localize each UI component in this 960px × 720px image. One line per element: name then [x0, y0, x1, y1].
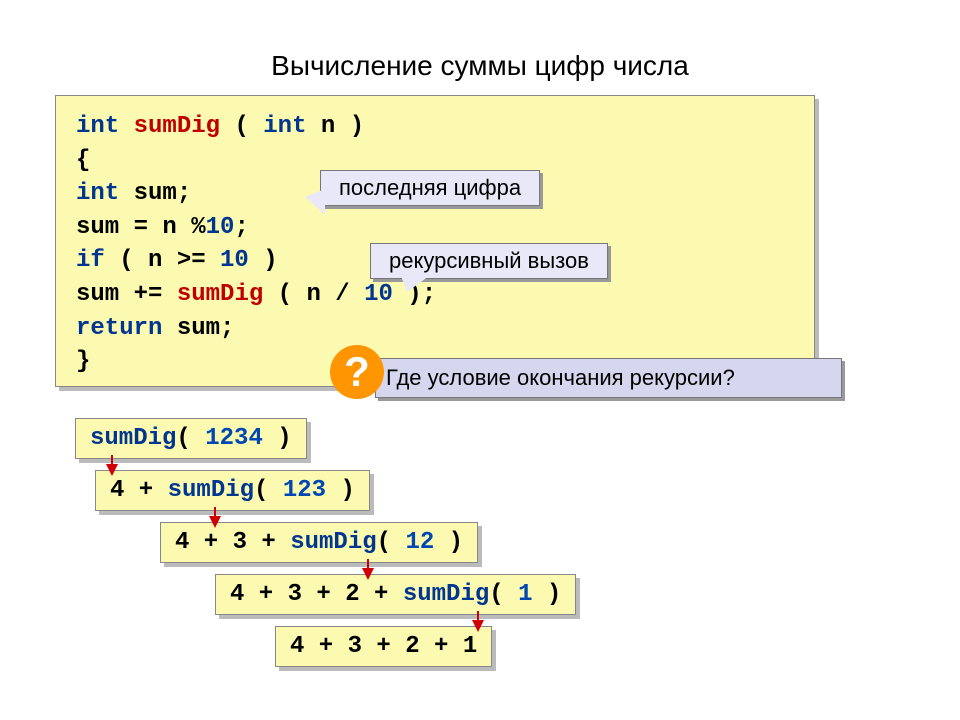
kw-int3: int	[76, 180, 119, 207]
txt: 4 + 3 + 2 +	[230, 581, 403, 608]
fn-sumdig2: sumDig	[177, 281, 263, 308]
txt: (	[176, 425, 205, 452]
code-text: sum = n %	[76, 214, 206, 241]
question-bar: Где условие окончания рекурсии?	[375, 358, 842, 398]
num-10c: 10	[364, 281, 393, 308]
brace-open: {	[76, 147, 90, 174]
num: 123	[283, 477, 326, 504]
txt: )	[434, 529, 463, 556]
txt: (	[254, 477, 283, 504]
callout-recursive-call: рекурсивный вызов	[370, 243, 608, 279]
fn: sumDig	[90, 425, 176, 452]
fn: sumDig	[403, 581, 489, 608]
kw-int: int	[76, 113, 119, 140]
code-text: )	[249, 247, 278, 274]
question-mark-icon: ?	[330, 345, 384, 399]
txt: 4 +	[110, 477, 168, 504]
slide-title: Вычисление суммы цифр числа	[0, 0, 960, 97]
num-10b: 10	[220, 247, 249, 274]
brace-close: }	[76, 348, 90, 375]
txt: )	[532, 581, 561, 608]
trace-step-1: 4 + sumDig( 123 )	[95, 470, 370, 511]
fn-sumdig: sumDig	[134, 113, 220, 140]
fn: sumDig	[290, 529, 376, 556]
code-text: sum +=	[76, 281, 177, 308]
code-text: n )	[306, 113, 364, 140]
num-10a: 10	[206, 214, 235, 241]
code-block: int sumDig ( int n ) { int sum; sum = n …	[55, 95, 815, 387]
code-text: sum;	[162, 315, 234, 342]
fn: sumDig	[168, 477, 254, 504]
num: 1	[518, 581, 532, 608]
kw-int2: int	[263, 113, 306, 140]
txt: 4 + 3 +	[175, 529, 290, 556]
code-text: (	[220, 113, 263, 140]
txt: )	[326, 477, 355, 504]
kw-if: if	[76, 247, 105, 274]
txt: (	[489, 581, 518, 608]
txt: 4 + 3 + 2 + 1	[290, 633, 477, 660]
code-text: ;	[234, 214, 248, 241]
num: 12	[405, 529, 434, 556]
kw-return: return	[76, 315, 162, 342]
txt: (	[377, 529, 406, 556]
num: 1234	[205, 425, 263, 452]
code-text: sum;	[119, 180, 191, 207]
callout-last-digit: последняя цифра	[320, 170, 540, 206]
trace-step-4: 4 + 3 + 2 + 1	[275, 626, 492, 667]
txt: )	[263, 425, 292, 452]
trace-step-0: sumDig( 1234 )	[75, 418, 307, 459]
trace-step-3: 4 + 3 + 2 + sumDig( 1 )	[215, 574, 576, 615]
trace-step-2: 4 + 3 + sumDig( 12 )	[160, 522, 478, 563]
code-text: ( n /	[263, 281, 364, 308]
code-text: ( n >=	[105, 247, 220, 274]
